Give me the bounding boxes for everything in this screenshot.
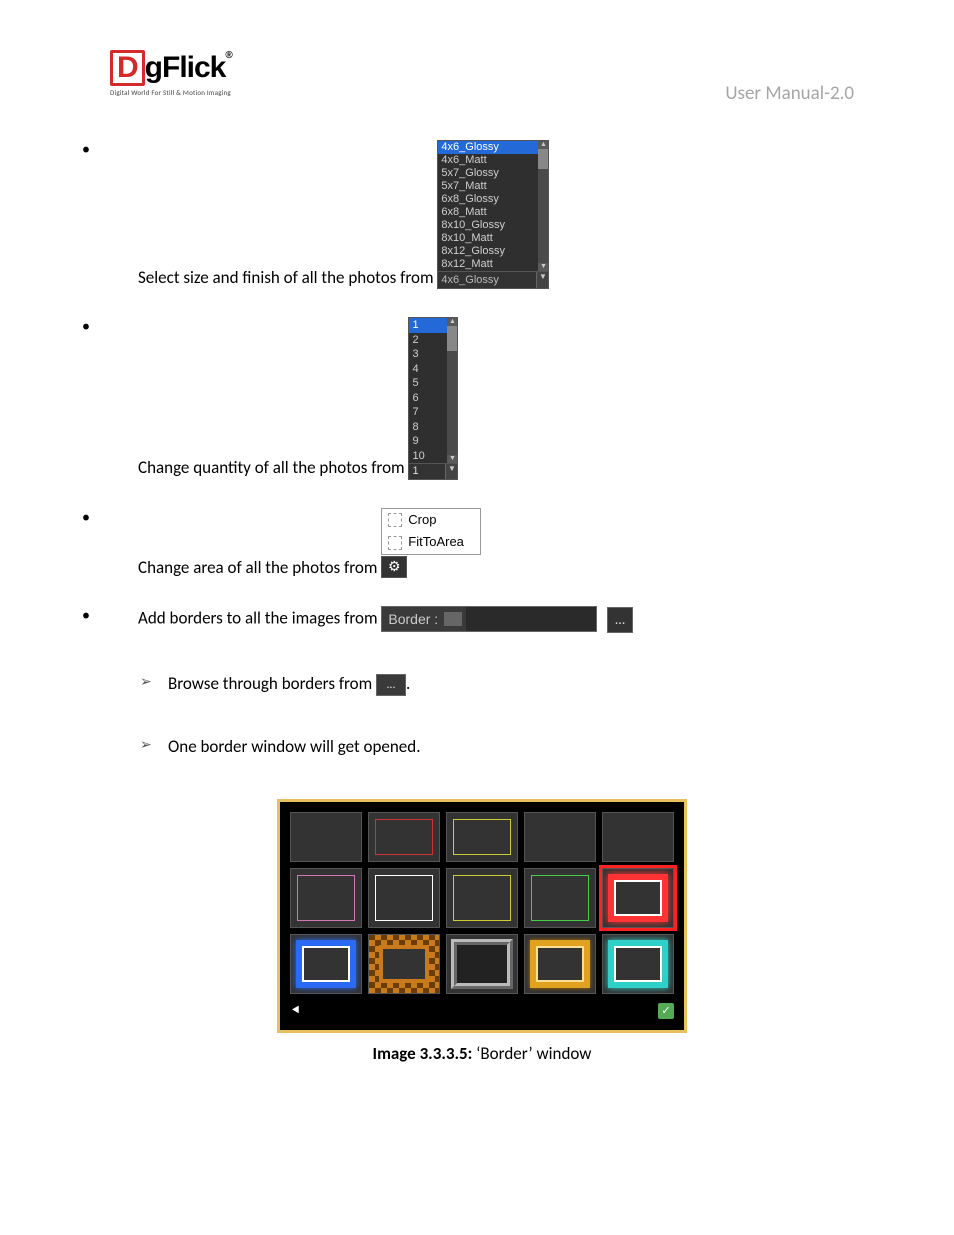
scroll-thumb[interactable]: [538, 149, 548, 169]
check-icon: ✓: [661, 1004, 670, 1017]
bullet-area-text: Change area of all the photos from: [138, 556, 381, 577]
logo-tagline: Digital World For Still & Motion Imaging: [110, 88, 232, 97]
border-option[interactable]: [290, 812, 362, 862]
bullet-border-text: Add borders to all the images from: [138, 608, 381, 629]
border-option[interactable]: [602, 934, 674, 994]
size-dropdown[interactable]: 4x6_Glossy 4x6_Matt 5x7_Glossy 5x7_Matt …: [437, 140, 549, 289]
crop-icon: [388, 513, 402, 527]
border-option[interactable]: [446, 812, 518, 862]
border-option[interactable]: [368, 812, 440, 862]
border-label: Border :: [382, 610, 444, 628]
manual-version: User Manual-2.0: [725, 82, 854, 105]
size-option[interactable]: 8x10_Glossy: [438, 219, 548, 232]
qty-scrollbar[interactable]: ▲ ▼: [447, 318, 457, 463]
caption-bold: Image 3.3.3.5:: [373, 1043, 473, 1064]
area-menu[interactable]: Crop FitToArea: [381, 508, 481, 556]
area-settings-button[interactable]: ⚙: [381, 556, 407, 578]
size-option[interactable]: 6x8_Matt: [438, 206, 548, 219]
ellipsis-icon: …: [387, 678, 395, 694]
bullet-size-text: Select size and finish of all the photos…: [138, 267, 437, 288]
border-option[interactable]: [446, 934, 518, 994]
scroll-up-icon[interactable]: ▲: [447, 318, 457, 326]
size-dropdown-list[interactable]: 4x6_Glossy 4x6_Matt 5x7_Glossy 5x7_Matt …: [438, 141, 548, 271]
border-option[interactable]: [446, 868, 518, 928]
border-option[interactable]: [524, 934, 596, 994]
size-selected-value: 4x6_Glossy: [438, 272, 536, 288]
border-window: ⯇ ✓: [277, 799, 687, 1033]
size-option[interactable]: 5x7_Matt: [438, 180, 548, 193]
scroll-down-icon[interactable]: ▼: [538, 263, 548, 271]
size-scrollbar[interactable]: ▲ ▼: [538, 141, 548, 271]
border-window-back-button[interactable]: ⯇: [290, 1002, 301, 1019]
dropdown-toggle-icon[interactable]: ▼: [536, 272, 548, 288]
size-option[interactable]: 5x7_Glossy: [438, 167, 548, 180]
logo-rest: gFlick: [145, 51, 226, 84]
scroll-up-icon[interactable]: ▲: [538, 141, 548, 149]
sub-browse-text: Browse through borders from: [168, 673, 372, 694]
image-caption: Image 3.3.3.5: ‘Border’ window: [110, 1043, 854, 1064]
scroll-thumb[interactable]: [447, 326, 457, 351]
logo-d: D: [110, 50, 145, 86]
quantity-dropdown-list[interactable]: 1 2 3 4 5 6 7 8 9 10 ▲ ▼: [409, 318, 457, 463]
scroll-down-icon[interactable]: ▼: [447, 455, 457, 463]
border-option[interactable]: [290, 934, 362, 994]
border-option[interactable]: [524, 812, 596, 862]
border-option[interactable]: [368, 868, 440, 928]
caption-rest: ‘Border’ window: [472, 1043, 591, 1064]
area-menu-label: Crop: [408, 512, 436, 529]
border-option[interactable]: [602, 812, 674, 862]
area-menu-crop[interactable]: Crop: [382, 509, 480, 532]
sub-browse-text-end: .: [406, 673, 410, 694]
gear-icon: ⚙: [388, 558, 401, 576]
area-menu-label: FitToArea: [408, 534, 464, 551]
border-option[interactable]: [524, 868, 596, 928]
size-option[interactable]: 8x12_Matt: [438, 258, 548, 271]
bullet-qty-text: Change quantity of all the photos from: [138, 458, 408, 479]
border-option[interactable]: [368, 934, 440, 994]
dropdown-toggle-icon[interactable]: ▼: [445, 464, 457, 478]
quantity-dropdown[interactable]: 1 2 3 4 5 6 7 8 9 10 ▲ ▼: [408, 317, 458, 479]
area-menu-fittoarea[interactable]: FitToArea: [382, 531, 480, 554]
logo: DgFlick® Digital World For Still & Motio…: [110, 50, 232, 97]
border-field[interactable]: Border :: [381, 606, 597, 632]
border-option[interactable]: [290, 868, 362, 928]
logo-registered: ®: [225, 50, 231, 61]
border-preview-icon: [444, 612, 462, 626]
size-option[interactable]: 4x6_Glossy: [438, 141, 548, 154]
border-window-ok-button[interactable]: ✓: [658, 1003, 674, 1019]
border-value-area: [466, 607, 596, 631]
sub-opened-text: One border window will get opened.: [168, 736, 421, 757]
fit-icon: [388, 536, 402, 550]
size-option[interactable]: 8x10_Matt: [438, 232, 548, 245]
browse-button[interactable]: …: [376, 674, 406, 696]
qty-selected-value: 1: [409, 464, 445, 478]
size-option[interactable]: 8x12_Glossy: [438, 245, 548, 258]
border-browse-button[interactable]: …: [607, 607, 633, 633]
border-option-selected[interactable]: [602, 868, 674, 928]
size-option[interactable]: 6x8_Glossy: [438, 193, 548, 206]
back-arrow-icon: ⯇: [290, 1002, 301, 1019]
size-option[interactable]: 4x6_Matt: [438, 154, 548, 167]
ellipsis-icon: …: [615, 611, 625, 629]
